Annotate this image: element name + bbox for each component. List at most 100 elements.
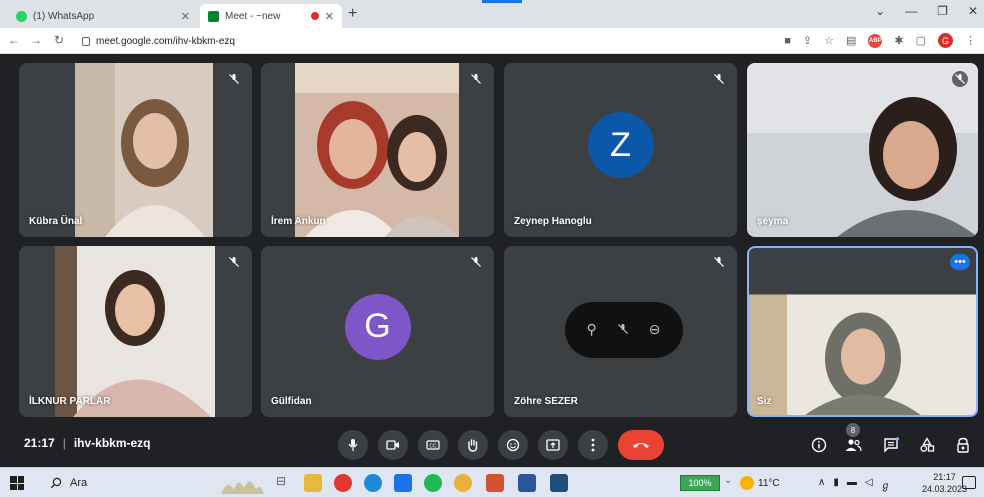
mic-off-icon: [711, 71, 727, 87]
share-icon[interactable]: ⇪: [803, 34, 812, 47]
tab-search-icon[interactable]: ⌄: [875, 4, 885, 18]
battery-indicator[interactable]: 100%: [680, 475, 720, 491]
participant-tile[interactable]: İrem Ankun: [261, 63, 494, 237]
tab-title: Meet - ~new: [225, 10, 281, 22]
participant-count-badge: 8: [846, 423, 860, 437]
opera-icon[interactable]: [334, 474, 352, 492]
self-tile[interactable]: ••• Siz: [747, 246, 978, 417]
close-tab-icon[interactable]: ✕: [325, 10, 334, 23]
mic-off-icon: [226, 71, 242, 87]
activities-button[interactable]: [916, 434, 938, 456]
participant-tile[interactable]: G Gülfidan: [261, 246, 494, 417]
word-icon[interactable]: [518, 474, 536, 492]
taskbar-search[interactable]: Ara: [36, 472, 216, 494]
url-field[interactable]: meet.google.com/ihv-kbkm-ezq: [82, 31, 732, 51]
participant-video: [75, 63, 213, 237]
show-hidden-icons-icon[interactable]: ∧: [818, 477, 825, 492]
clock[interactable]: 21:17 24.03.2023: [922, 471, 967, 495]
more-options-button[interactable]: [578, 430, 608, 460]
leave-call-button[interactable]: [618, 430, 664, 460]
restore-button[interactable]: ❐: [937, 4, 948, 18]
mail-icon[interactable]: [394, 474, 412, 492]
mute-participant-icon[interactable]: [617, 322, 629, 338]
participant-tile[interactable]: şeyma: [747, 63, 978, 237]
windows-start-icon[interactable]: [10, 476, 24, 490]
mic-off-icon: [952, 71, 968, 87]
powerpoint-icon[interactable]: [486, 474, 504, 492]
camera-button[interactable]: [378, 430, 408, 460]
window-controls: ⌄ — ❐ ✕: [875, 4, 978, 18]
sidepanel-icon[interactable]: ▢: [916, 34, 926, 47]
participant-video: [295, 63, 459, 237]
close-window-button[interactable]: ✕: [968, 4, 978, 18]
adblock-icon[interactable]: ABP: [868, 33, 883, 48]
meeting-time: 21:17: [24, 436, 55, 450]
system-tray: ∧ ▮ ▬ ◁ ℊ: [818, 477, 891, 492]
language-icon[interactable]: ℊ: [881, 477, 891, 492]
new-tab-button[interactable]: +: [348, 5, 357, 23]
bookmark-star-icon[interactable]: ☆: [824, 34, 834, 47]
volume-icon[interactable]: ◁: [865, 477, 873, 492]
kebab-icon: [591, 438, 595, 452]
participant-name: Zeynep Hanoglu: [514, 216, 592, 227]
tab-meet[interactable]: Meet - ~new ✕: [200, 4, 342, 28]
present-button[interactable]: [538, 430, 568, 460]
chrome-icon[interactable]: [454, 474, 472, 492]
raise-hand-button[interactable]: [458, 430, 488, 460]
pin-icon[interactable]: ⚲: [587, 321, 597, 338]
reader-icon[interactable]: ▤: [846, 34, 856, 47]
minimize-button[interactable]: —: [905, 4, 917, 18]
host-controls-button[interactable]: [952, 434, 974, 456]
weather-temp: 11°C: [758, 477, 780, 489]
people-icon: [845, 439, 862, 452]
microphone-button[interactable]: [338, 430, 368, 460]
notification-icon[interactable]: [962, 476, 976, 489]
file-explorer-icon[interactable]: [304, 474, 322, 492]
chat-button[interactable]: [880, 434, 902, 456]
participant-name: İrem Ankun: [271, 216, 326, 227]
participant-video: [55, 246, 215, 417]
url-text: meet.google.com/ihv-kbkm-ezq: [96, 35, 235, 47]
weather-sun-icon: [740, 476, 754, 490]
people-button[interactable]: [842, 434, 864, 456]
camera-icon[interactable]: ■: [784, 35, 791, 47]
usb-icon[interactable]: ▮: [833, 477, 839, 492]
self-video: [747, 294, 978, 417]
mic-off-icon: [711, 254, 727, 270]
lock-icon: [82, 36, 90, 46]
whatsapp-icon: [16, 10, 27, 22]
meeting-info-button[interactable]: [808, 434, 830, 456]
mic-off-icon: [468, 71, 484, 87]
tab-whatsapp[interactable]: (1) WhatsApp ✕: [8, 4, 198, 28]
menu-kebab-icon[interactable]: ⋮: [965, 34, 976, 47]
recording-icon: [310, 12, 319, 20]
network-icon[interactable]: ▬: [847, 477, 857, 492]
activities-icon: [920, 437, 935, 452]
reload-button[interactable]: ↻: [54, 33, 64, 47]
extensions-puzzle-icon[interactable]: ✱: [894, 34, 903, 47]
photos-icon[interactable]: [550, 474, 568, 492]
mic-off-icon: [226, 254, 242, 270]
participant-name: İLKNUR PARLAR: [29, 396, 111, 407]
participant-tile[interactable]: Z Zeynep Hanoglu: [504, 63, 737, 237]
spotify-icon[interactable]: [424, 474, 442, 492]
meet-stage: Kübra Ünal İrem Ankun Z Zeynep Hanoglu ş…: [0, 55, 984, 422]
captions-button[interactable]: CC: [418, 430, 448, 460]
edge-icon[interactable]: [364, 474, 382, 492]
close-tab-icon[interactable]: ✕: [181, 10, 190, 23]
video-camera-icon: [386, 440, 399, 450]
profile-avatar[interactable]: G: [938, 33, 953, 48]
task-view-icon[interactable]: ⊟: [276, 474, 294, 492]
participant-tile[interactable]: İLKNUR PARLAR: [19, 246, 252, 417]
back-button[interactable]: ←: [8, 33, 20, 47]
remove-participant-icon[interactable]: ⊖: [649, 321, 661, 338]
more-options-icon[interactable]: •••: [950, 254, 970, 270]
browser-tab-strip: (1) WhatsApp ✕ Meet - ~new ✕ + ⌄ — ❐ ✕: [0, 0, 984, 28]
separator: |: [62, 436, 66, 450]
forward-button[interactable]: →: [30, 33, 42, 47]
reactions-button[interactable]: [498, 430, 528, 460]
tab-selection-indicator: [482, 0, 522, 3]
participant-tile[interactable]: Kübra Ünal: [19, 63, 252, 237]
weather-widget[interactable]: 11°C: [740, 476, 780, 490]
participant-tile[interactable]: ⚲ ⊖ Zöhre SEZER: [504, 246, 737, 417]
